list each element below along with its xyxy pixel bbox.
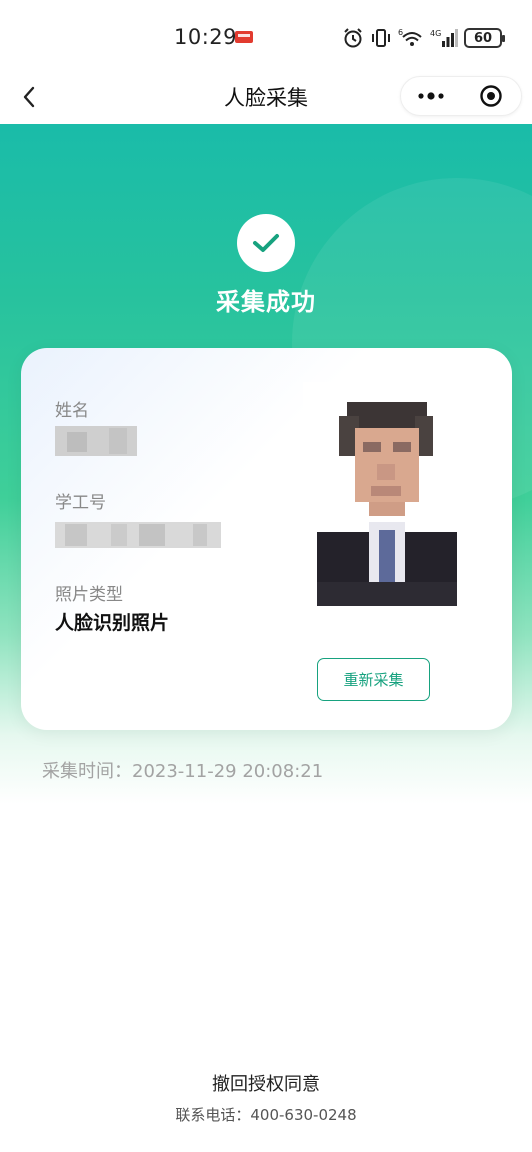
cellular-signal-icon: 4G — [430, 29, 458, 47]
mini-program-capsule — [400, 76, 522, 116]
check-icon — [253, 234, 279, 252]
recapture-button[interactable]: 重新采集 — [317, 658, 430, 701]
success-title: 采集成功 — [216, 288, 316, 316]
more-button[interactable] — [401, 77, 461, 115]
capture-time: 采集时间：2023-11-29 20:08:21 — [42, 761, 324, 782]
success-check-badge — [237, 214, 295, 272]
target-close-icon — [480, 85, 502, 107]
contact-phone: 联系电话：400-630-0248 — [175, 1106, 357, 1124]
nav-bar: 人脸采集 — [0, 72, 532, 124]
notification-gift-icon — [235, 31, 253, 43]
battery-level: 60 — [473, 30, 493, 46]
name-label: 姓名 — [55, 401, 89, 421]
battery-icon: 60 — [464, 28, 505, 48]
network-type: 4G — [430, 29, 441, 38]
wifi-icon: 6 — [398, 28, 422, 46]
face-photo — [303, 382, 469, 606]
face-capture-page: 10:29 6 4G 60 人脸采集 采集成功 姓名 学工号 照片类型 人脸识别… — [0, 0, 532, 1152]
id-label: 学工号 — [55, 493, 106, 513]
alarm-icon — [344, 28, 362, 48]
status-time: 10:29 — [174, 25, 238, 49]
status-bar: 10:29 6 4G 60 — [0, 0, 532, 76]
revoke-consent-link[interactable]: 撤回授权同意 — [0, 1070, 532, 1096]
more-dots-icon — [418, 92, 444, 100]
close-mini-program-button[interactable] — [461, 77, 521, 115]
status-icons: 6 4G 60 — [342, 26, 505, 50]
svg-text:6: 6 — [398, 28, 403, 37]
photo-type-value: 人脸识别照片 — [55, 612, 170, 634]
photo-type-label: 照片类型 — [55, 585, 123, 605]
info-card: 姓名 学工号 照片类型 人脸识别照片 重新采集 — [21, 348, 512, 730]
vibrate-icon — [372, 29, 390, 47]
